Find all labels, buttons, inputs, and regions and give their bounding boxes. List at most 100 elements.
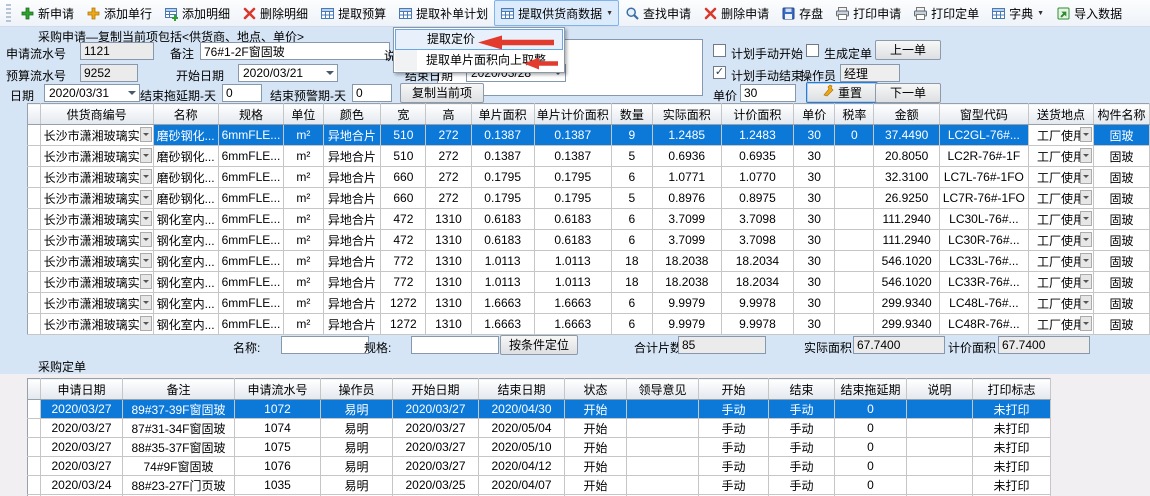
dropdown-arrow-icon[interactable] xyxy=(140,295,152,310)
width-cell[interactable]: 660 xyxy=(381,188,426,209)
window-code-cell[interactable]: LC7R-76#-1FO xyxy=(939,188,1028,209)
toolbar-extract-supplier-data-button[interactable]: 提取供货商数据▼ xyxy=(494,0,619,26)
tax-rate-cell[interactable] xyxy=(835,293,874,314)
chevron-down-icon[interactable] xyxy=(326,71,334,79)
end-mode-cell[interactable]: 手动 xyxy=(769,438,835,457)
request-serial-cell[interactable]: 1074 xyxy=(235,419,321,438)
window-code-cell[interactable]: LC33L-76#... xyxy=(939,251,1028,272)
detail-row[interactable]: 长沙市潇湘玻璃实...磨砂钢化...6mmFLE...m²异地合片6602720… xyxy=(28,167,1150,188)
spec-cell[interactable]: 6mmFLE... xyxy=(218,209,284,230)
amount-cell[interactable]: 546.1020 xyxy=(874,272,939,293)
plan-manual-end-checkbox[interactable] xyxy=(713,66,726,79)
supplier-code-cell[interactable]: 长沙市潇湘玻璃实... xyxy=(40,209,153,230)
request-serial-cell[interactable]: 1072 xyxy=(235,400,321,419)
width-cell[interactable]: 1272 xyxy=(381,314,426,335)
name-cell[interactable]: 磨砂钢化... xyxy=(153,188,218,209)
quantity-cell[interactable]: 5 xyxy=(611,188,652,209)
actual-area-cell[interactable]: 1.0771 xyxy=(652,167,721,188)
color-cell[interactable]: 异地合片 xyxy=(323,209,381,230)
plan-manual-start-checkbox[interactable] xyxy=(713,44,726,57)
piece-priced-area-cell[interactable]: 1.6663 xyxy=(534,314,611,335)
dropdown-arrow-icon[interactable] xyxy=(140,232,152,247)
amount-cell[interactable]: 32.3100 xyxy=(874,167,939,188)
color-cell[interactable]: 异地合片 xyxy=(323,293,381,314)
start-date-picker[interactable]: 2020/03/21 xyxy=(238,64,338,82)
row-leader[interactable] xyxy=(28,167,41,188)
amount-cell[interactable]: 37.4490 xyxy=(874,125,939,146)
quantity-cell[interactable]: 18 xyxy=(611,251,652,272)
spec-cell[interactable]: 6mmFLE... xyxy=(218,125,284,146)
order-row[interactable]: 2020/03/2488#23-27F门页玻1035易明2020/03/2520… xyxy=(28,476,1051,495)
spec-cell[interactable]: 6mmFLE... xyxy=(218,272,284,293)
priced-area-cell[interactable]: 3.7098 xyxy=(721,209,794,230)
component-name-cell[interactable]: 固玻 xyxy=(1094,272,1150,293)
remark-cell[interactable]: 74#9F窗固玻 xyxy=(123,457,235,476)
request-serial-cell[interactable]: 1035 xyxy=(235,476,321,495)
piece-area-cell[interactable]: 1.0113 xyxy=(471,251,534,272)
request-date-column-header[interactable]: 申请日期 xyxy=(41,379,123,400)
delivery-place-cell[interactable]: 工厂使用 xyxy=(1028,251,1093,272)
quantity-cell[interactable]: 6 xyxy=(611,293,652,314)
status-cell[interactable]: 开始 xyxy=(565,438,627,457)
name-cell[interactable]: 钢化室内... xyxy=(153,293,218,314)
request-date-cell[interactable]: 2020/03/27 xyxy=(41,400,123,419)
row-leader[interactable] xyxy=(28,400,41,419)
note-column-header[interactable]: 说明 xyxy=(907,379,973,400)
height-cell[interactable]: 1310 xyxy=(426,272,471,293)
toolbar-add-detail-button[interactable]: 添加明细 xyxy=(158,0,236,26)
start-date-cell[interactable]: 2020/03/25 xyxy=(393,476,479,495)
dropdown-arrow-icon[interactable] xyxy=(140,148,152,163)
piece-area-cell[interactable]: 0.6183 xyxy=(471,209,534,230)
toolbar-print-request-button[interactable]: 打印申请 xyxy=(829,0,907,26)
spec-cell[interactable]: 6mmFLE... xyxy=(218,293,284,314)
dropdown-arrow-icon[interactable] xyxy=(1080,211,1092,226)
generate-order-checkbox[interactable] xyxy=(806,44,819,57)
tax-rate-cell[interactable] xyxy=(835,314,874,335)
piece-priced-area-cell[interactable]: 0.1795 xyxy=(534,167,611,188)
tax-rate-cell[interactable] xyxy=(835,230,874,251)
color-cell[interactable]: 异地合片 xyxy=(323,146,381,167)
actual-area-cell[interactable]: 0.6936 xyxy=(652,146,721,167)
tax-rate-cell[interactable] xyxy=(835,188,874,209)
unit-cell[interactable]: m² xyxy=(284,251,323,272)
priced-area-cell[interactable]: 1.0770 xyxy=(721,167,794,188)
window-code-cell[interactable]: LC30R-76#... xyxy=(939,230,1028,251)
print-flag-column-header[interactable]: 打印标志 xyxy=(973,379,1051,400)
start-mode-column-header[interactable]: 开始 xyxy=(699,379,769,400)
amount-cell[interactable]: 20.8050 xyxy=(874,146,939,167)
color-cell[interactable]: 异地合片 xyxy=(323,272,381,293)
detail-row[interactable]: 长沙市潇湘玻璃实...磨砂钢化...6mmFLE...m²异地合片6602720… xyxy=(28,188,1150,209)
dropdown-arrow-icon[interactable] xyxy=(1080,232,1092,247)
status-cell[interactable]: 开始 xyxy=(565,457,627,476)
unit-price-cell[interactable]: 30 xyxy=(794,209,835,230)
amount-column-header[interactable]: 金额 xyxy=(874,104,939,125)
remark-cell[interactable]: 87#31-34F窗固玻 xyxy=(123,419,235,438)
end-date-cell[interactable]: 2020/04/12 xyxy=(479,457,565,476)
spec-column-header[interactable]: 规格 xyxy=(218,104,284,125)
row-leader[interactable] xyxy=(28,125,41,146)
supplier-code-column-header[interactable]: 供货商编号 xyxy=(40,104,153,125)
unit-price-cell[interactable]: 30 xyxy=(794,188,835,209)
component-name-cell[interactable]: 固玻 xyxy=(1094,188,1150,209)
component-name-cell[interactable]: 固玻 xyxy=(1094,251,1150,272)
window-code-column-header[interactable]: 窗型代码 xyxy=(939,104,1028,125)
height-cell[interactable]: 1310 xyxy=(426,314,471,335)
row-leader[interactable] xyxy=(28,419,41,438)
width-cell[interactable]: 772 xyxy=(381,272,426,293)
operator-column-header[interactable]: 操作员 xyxy=(321,379,393,400)
quantity-cell[interactable]: 6 xyxy=(611,167,652,188)
unit-cell[interactable]: m² xyxy=(284,230,323,251)
quantity-cell[interactable]: 9 xyxy=(611,125,652,146)
start-mode-cell[interactable]: 手动 xyxy=(699,419,769,438)
copy-current-item-button[interactable]: 复制当前项 xyxy=(400,83,484,103)
row-leader[interactable] xyxy=(28,209,41,230)
remark-cell[interactable]: 88#35-37F窗固玻 xyxy=(123,438,235,457)
dropdown-arrow-icon[interactable] xyxy=(140,211,152,226)
dropdown-arrow-icon[interactable] xyxy=(1080,295,1092,310)
tax-rate-cell[interactable] xyxy=(835,251,874,272)
actual-area-cell[interactable]: 9.9979 xyxy=(652,293,721,314)
spec-cell[interactable]: 6mmFLE... xyxy=(218,146,284,167)
delivery-place-cell[interactable]: 工厂使用 xyxy=(1028,272,1093,293)
piece-priced-area-cell[interactable]: 1.0113 xyxy=(534,251,611,272)
detail-row[interactable]: 长沙市潇湘玻璃实...钢化室内...6mmFLE...m²异地合片4721310… xyxy=(28,209,1150,230)
